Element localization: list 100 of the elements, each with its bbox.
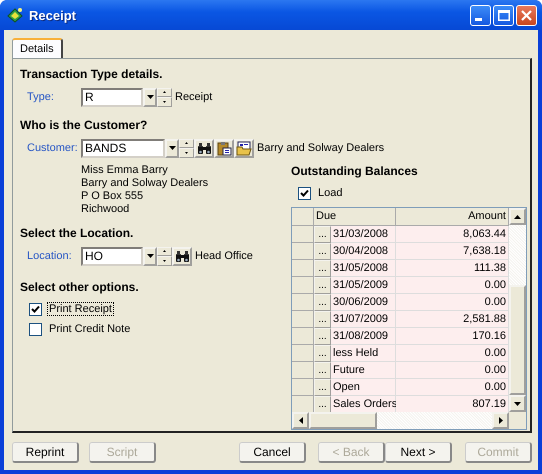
field-label: Customer: [26,142,79,154]
spin-up-button[interactable] [179,138,194,148]
address-line: Miss Emma Barry [81,164,169,177]
table-cell: less Held [331,345,396,362]
dropdown-button[interactable] [143,246,157,266]
spin-up-button[interactable] [157,88,172,97]
table-cell: 31/08/2009 [331,328,396,345]
table-cell: Future [331,362,396,379]
section-heading: Select other options. [20,280,140,296]
ellipsis-button[interactable]: ... [314,379,331,396]
app-icon [6,6,24,24]
minimize-button[interactable] [470,4,491,26]
spin-down-button[interactable] [179,148,194,158]
binoculars-icon [196,142,212,154]
type-name: Receipt [175,91,212,103]
table-cell: 30/06/2009 [331,294,396,311]
caret-up-icon [185,142,188,144]
section-heading: Who is the Customer? [20,118,148,134]
ellipsis-button[interactable]: ... [314,226,331,243]
spin-down-button[interactable] [157,256,172,266]
arrow-left-icon [298,417,302,424]
field-label: Location: [26,250,73,262]
table-cell: 7,638.18 [396,243,509,260]
table-cell: 807.19 [396,396,509,412]
close-button[interactable] [516,4,537,26]
location-field[interactable]: HO [81,246,143,266]
ellipsis-button[interactable]: ... [314,260,331,277]
table-cell: 31/05/2008 [331,260,396,277]
caret-down-icon [146,95,154,99]
spin-down-button[interactable] [157,97,172,106]
field-label: Type: [26,91,55,103]
caret-up-icon [163,250,166,252]
table-cell: 0.00 [396,277,509,294]
table-cell: 31/03/2008 [331,226,396,243]
table-cell: Open [331,379,396,396]
section-heading: Select the Location. [20,226,134,242]
ellipsis-button[interactable]: ... [314,345,331,362]
scrollbar-corner [509,412,526,429]
ellipsis-button[interactable]: ... [314,362,331,379]
folder-button[interactable] [234,138,254,158]
spin-up-button[interactable] [157,246,172,256]
caret-down-icon [146,254,154,258]
caret-up-icon [163,91,166,94]
dialog-button[interactable]: Reprint [12,442,79,463]
address-line: Richwood [81,203,130,216]
maximize-icon [498,10,510,20]
arrow-up-icon [514,214,521,218]
clipboard-button[interactable] [214,138,234,158]
table-cell: 0.00 [396,379,509,396]
column-header[interactable]: Due [314,208,396,226]
table-cell: 170.16 [396,328,509,345]
table-cell: Sales Orders [331,396,396,412]
ellipsis-button[interactable]: ... [314,311,331,328]
caret-down-icon [163,260,166,262]
arrow-down-icon [514,402,521,406]
checkbox-label[interactable]: Load [316,186,344,200]
column-header[interactable]: Amount [396,208,509,226]
checkbox-label[interactable]: Print Receipt [47,302,114,316]
customer-field[interactable]: BANDS [81,138,165,158]
table-cell: 31/07/2009 [331,311,396,328]
minimize-icon [475,18,482,20]
row-header [292,208,314,226]
ellipsis-button[interactable]: ... [314,277,331,294]
ellipsis-button[interactable]: ... [314,396,331,412]
table-cell: 30/04/2008 [331,243,396,260]
dropdown-button[interactable] [143,88,157,106]
vertical-scrollbar[interactable] [509,208,526,412]
search-button[interactable] [172,246,192,266]
caret-down-icon [168,146,176,150]
clipboard-icon [216,140,232,156]
table-cell: 2,581.88 [396,311,509,328]
dropdown-button[interactable] [165,138,179,158]
details-tab[interactable]: Details [12,38,63,58]
arrow-right-icon [498,417,502,424]
horizontal-scrollbar[interactable] [292,412,509,429]
ellipsis-button[interactable]: ... [314,243,331,260]
check-icon [31,304,40,314]
dialog-button[interactable]: Next > [385,442,452,463]
checkbox-label[interactable]: Print Credit Note [47,322,132,336]
table-cell: 0.00 [396,345,509,362]
search-button[interactable] [194,138,214,158]
checkbox[interactable] [298,186,311,200]
table-cell: 31/05/2009 [331,277,396,294]
table-cell: 8,063.44 [396,226,509,243]
table-cell: 0.00 [396,362,509,379]
location-name: Head Office [195,250,253,262]
window-title: Receipt [29,8,77,22]
address-line: P O Box 555 [81,190,144,203]
type-field[interactable]: R [81,88,143,106]
close-icon [521,10,532,20]
ellipsis-button[interactable]: ... [314,328,331,345]
folder-icon [236,140,252,156]
checkbox[interactable] [29,302,42,316]
checkbox[interactable] [29,322,42,336]
ellipsis-button[interactable]: ... [314,294,331,311]
maximize-button[interactable] [493,4,514,26]
caret-down-icon [163,100,166,103]
binoculars-icon [174,250,190,262]
dialog-button[interactable]: Cancel [239,442,306,463]
check-icon [300,188,309,198]
